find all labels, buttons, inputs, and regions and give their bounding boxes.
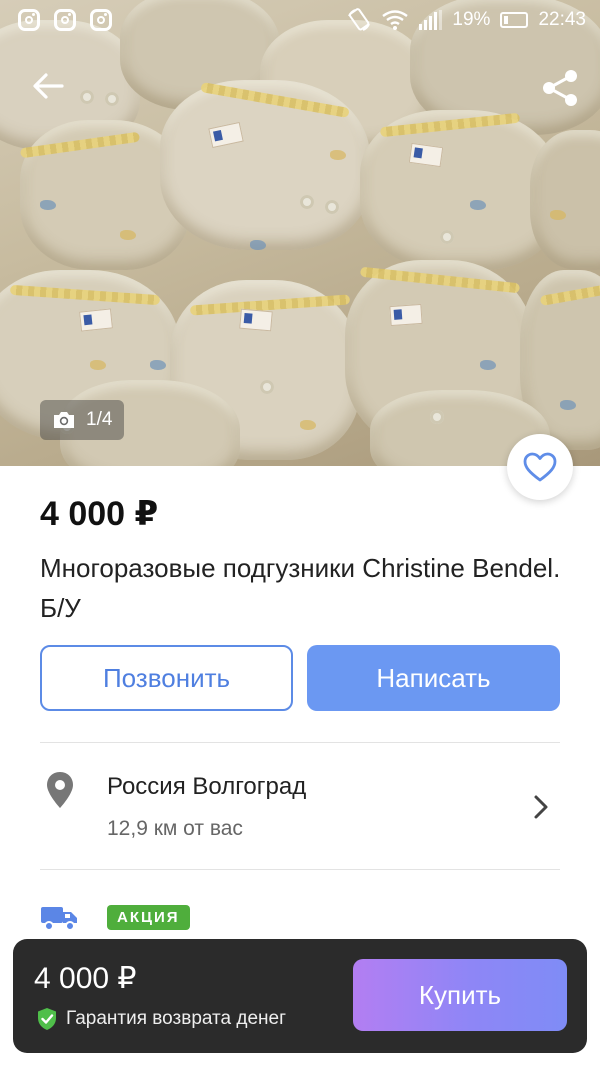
- signal-icon: [419, 10, 443, 30]
- delivery-truck-icon: [41, 907, 77, 931]
- rotate-icon: [348, 8, 371, 31]
- photo-counter: 1/4: [40, 400, 125, 440]
- write-button[interactable]: Написать: [307, 645, 560, 711]
- listing-price: 4 000 ₽: [40, 495, 159, 533]
- clock: 22:43: [538, 9, 586, 30]
- battery-icon: [500, 12, 529, 28]
- status-bar: 19% 22:43: [0, 0, 600, 40]
- favorite-button[interactable]: [507, 434, 573, 500]
- back-arrow-icon[interactable]: [28, 66, 68, 106]
- instagram-icon: [18, 9, 40, 31]
- location-pin-icon: [47, 772, 73, 808]
- photo-counter-text: 1/4: [86, 409, 113, 430]
- wifi-icon: [382, 10, 409, 30]
- location-city: Россия Волгоград: [107, 773, 307, 800]
- purchase-bar: 4 000 ₽ Гарантия возврата денег Купить: [13, 939, 587, 1053]
- guarantee-text: Гарантия возврата денег: [66, 1008, 287, 1029]
- battery-percent: 19%: [452, 9, 491, 30]
- divider: [40, 869, 560, 870]
- listing-title: Многоразовые подгузники Christine Bendel…: [40, 553, 561, 623]
- money-back-guarantee: Гарантия возврата денег: [36, 1007, 286, 1031]
- divider: [40, 742, 560, 743]
- notification-icons: [18, 9, 112, 31]
- promo-badge: АКЦИЯ: [107, 905, 190, 930]
- buy-button[interactable]: Купить: [353, 959, 567, 1031]
- chevron-right-icon: [534, 795, 548, 819]
- share-icon[interactable]: [538, 66, 582, 110]
- heart-icon: [523, 452, 557, 482]
- shield-check-icon: [38, 1008, 56, 1030]
- system-icons: 19% 22:43: [346, 7, 586, 33]
- camera-icon: [54, 412, 74, 428]
- purchase-price: 4 000 ₽: [34, 962, 137, 995]
- call-button[interactable]: Позвонить: [40, 645, 293, 711]
- location-distance: 12,9 км от вас: [107, 817, 243, 840]
- instagram-icon: [54, 9, 76, 31]
- listing-photo[interactable]: [0, 0, 600, 466]
- instagram-icon: [90, 9, 112, 31]
